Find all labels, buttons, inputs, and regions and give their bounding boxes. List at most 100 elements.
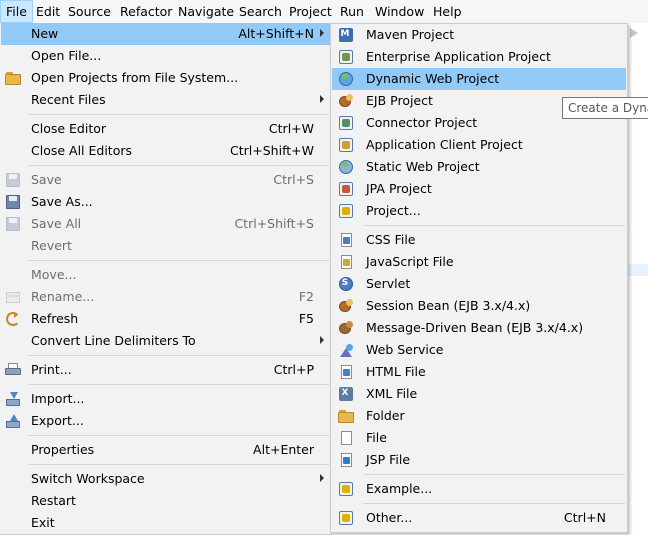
menu-item-label: Connector Project: [366, 115, 478, 130]
static-web-project-icon: [338, 159, 354, 175]
menu-item-label: Exit: [31, 515, 55, 530]
new-item-dynamic-web-project[interactable]: Dynamic Web Project: [332, 68, 626, 90]
menu-item-accelerator: Ctrl+S: [273, 172, 314, 187]
new-item-session-bean[interactable]: Session Bean (EJB 3.x/4.x): [332, 295, 626, 317]
menu-item-save-as[interactable]: Save As...: [1, 191, 330, 213]
menu-item-label: Other...: [366, 510, 413, 525]
new-item-project[interactable]: Project...: [332, 200, 626, 222]
menu-item-label: Revert: [31, 238, 72, 253]
menu-item-import[interactable]: Import...: [1, 388, 330, 410]
web-service-icon: [338, 342, 354, 358]
jpa-project-icon: [338, 181, 354, 197]
menu-item-restart[interactable]: Restart: [1, 490, 330, 512]
menu-item-save[interactable]: Save Ctrl+S: [1, 169, 330, 191]
menu-item-switch-workspace[interactable]: Switch Workspace: [1, 468, 330, 490]
menu-item-close-all-editors[interactable]: Close All Editors Ctrl+Shift+W: [1, 140, 330, 162]
menu-item-label: JavaScript File: [366, 254, 454, 269]
xml-file-icon: X: [338, 386, 354, 402]
dynamic-web-project-icon: [338, 71, 354, 87]
menu-item-label: JPA Project: [366, 181, 432, 196]
menu-item-label: Convert Line Delimiters To: [31, 333, 196, 348]
menu-help[interactable]: Help: [428, 0, 467, 23]
maven-project-icon: M: [338, 27, 354, 43]
save-all-icon: [5, 216, 21, 232]
new-item-maven-project[interactable]: M Maven Project: [332, 24, 626, 46]
css-file-icon: [338, 232, 354, 248]
menu-item-label: Close Editor: [31, 121, 107, 136]
menu-item-label: Save: [31, 172, 62, 187]
new-item-file[interactable]: File: [332, 427, 626, 449]
menu-source[interactable]: Source: [63, 0, 116, 23]
new-item-static-web-project[interactable]: Static Web Project: [332, 156, 626, 178]
menu-item-refresh[interactable]: Refresh F5: [1, 308, 330, 330]
file-menu: New Alt+Shift+N Open File... Open Projec…: [0, 23, 332, 535]
menu-item-label: Save All: [31, 216, 82, 231]
menu-item-convert-line-delimiters[interactable]: Convert Line Delimiters To: [1, 330, 330, 352]
menu-separator: [363, 225, 625, 226]
rename-icon: [5, 289, 21, 305]
menu-item-open-projects[interactable]: Open Projects from File System...: [1, 67, 330, 89]
new-item-application-client[interactable]: Application Client Project: [332, 134, 626, 156]
menu-window[interactable]: Window: [370, 0, 429, 23]
new-project-icon: [338, 203, 354, 219]
application-client-icon: [338, 137, 354, 153]
menu-item-label: Static Web Project: [366, 159, 480, 174]
menu-navigate[interactable]: Navigate: [173, 0, 239, 23]
menu-item-label: Restart: [31, 493, 76, 508]
menu-item-label: Move...: [31, 267, 77, 282]
submenu-arrow-icon: [320, 29, 324, 37]
new-item-example[interactable]: Example...: [332, 478, 626, 500]
new-item-other[interactable]: Other... Ctrl+N: [332, 507, 626, 529]
menu-item-label: Export...: [31, 413, 84, 428]
menu-item-accelerator: Ctrl+P: [273, 362, 314, 377]
menu-item-label: Folder: [366, 408, 405, 423]
menu-item-label: Rename...: [31, 289, 95, 304]
ejb-project-icon: [338, 93, 354, 109]
new-item-jsp-file[interactable]: JSP File: [332, 449, 626, 471]
menu-item-accelerator: F5: [298, 311, 314, 326]
menu-item-move[interactable]: Move...: [1, 264, 330, 286]
new-item-servlet[interactable]: S Servlet: [332, 273, 626, 295]
menu-project[interactable]: Project: [284, 0, 337, 23]
new-item-jpa-project[interactable]: JPA Project: [332, 178, 626, 200]
menu-item-label: JSP File: [366, 452, 411, 467]
jsp-file-icon: [338, 452, 354, 468]
new-item-web-service[interactable]: Web Service: [332, 339, 626, 361]
menu-item-label: Refresh: [31, 311, 79, 326]
menu-item-label: HTML File: [366, 364, 426, 379]
menu-edit[interactable]: Edit: [31, 0, 65, 23]
menu-item-export[interactable]: Export...: [1, 410, 330, 432]
refresh-icon: [5, 311, 21, 327]
menu-item-exit[interactable]: Exit: [1, 512, 330, 534]
new-item-xml-file[interactable]: X XML File: [332, 383, 626, 405]
menu-run[interactable]: Run: [335, 0, 369, 23]
menu-item-revert[interactable]: Revert: [1, 235, 330, 257]
menu-item-label: CSS File: [366, 232, 416, 247]
submenu-arrow-icon: [320, 95, 324, 103]
menu-item-label: Example...: [366, 481, 433, 496]
menu-item-label: Session Bean (EJB 3.x/4.x): [366, 298, 531, 313]
menu-item-recent-files[interactable]: Recent Files: [1, 89, 330, 111]
menu-item-rename[interactable]: Rename... F2: [1, 286, 330, 308]
menu-item-print[interactable]: Print... Ctrl+P: [1, 359, 330, 381]
new-item-javascript-file[interactable]: JavaScript File: [332, 251, 626, 273]
new-item-enterprise-application[interactable]: Enterprise Application Project: [332, 46, 626, 68]
new-item-message-driven-bean[interactable]: Message-Driven Bean (EJB 3.x/4.x): [332, 317, 626, 339]
menu-separator: [28, 464, 329, 465]
menu-item-open-file[interactable]: Open File...: [1, 45, 330, 67]
menu-separator: [28, 355, 329, 356]
menu-search[interactable]: Search: [234, 0, 287, 23]
session-bean-icon: [338, 298, 354, 314]
new-item-css-file[interactable]: CSS File: [332, 229, 626, 251]
menu-item-accelerator: Ctrl+Shift+W: [230, 143, 314, 158]
menu-item-save-all[interactable]: Save All Ctrl+Shift+S: [1, 213, 330, 235]
enterprise-application-icon: [338, 49, 354, 65]
menu-item-properties[interactable]: Properties Alt+Enter: [1, 439, 330, 461]
menu-item-new[interactable]: New Alt+Shift+N: [1, 23, 330, 45]
new-item-folder[interactable]: Folder: [332, 405, 626, 427]
menu-item-close-editor[interactable]: Close Editor Ctrl+W: [1, 118, 330, 140]
folder-icon: [5, 70, 21, 86]
menu-refactor[interactable]: Refactor: [115, 0, 177, 23]
menu-file[interactable]: File: [0, 0, 33, 23]
new-item-html-file[interactable]: HTML File: [332, 361, 626, 383]
